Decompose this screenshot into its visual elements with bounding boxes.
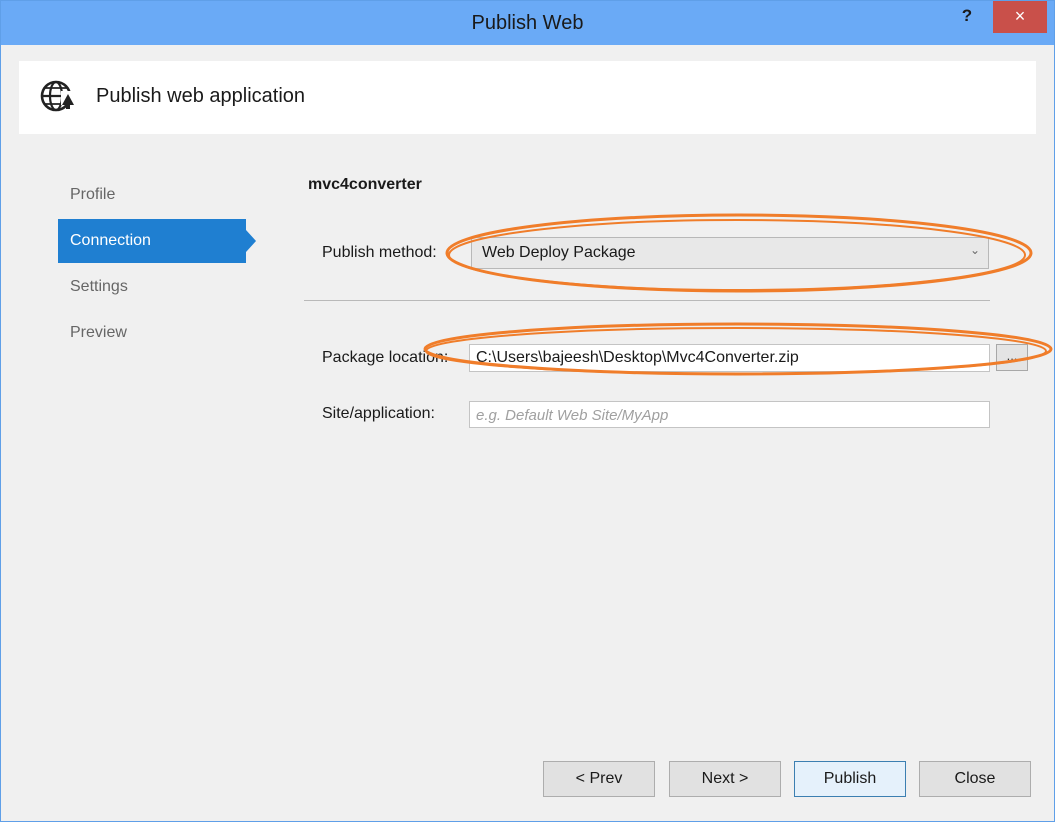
publish-method-select[interactable]: Web Deploy Package ⌄	[471, 237, 989, 269]
site-application-input[interactable]: e.g. Default Web Site/MyApp	[469, 401, 990, 428]
help-button[interactable]: ?	[951, 3, 983, 33]
close-window-button[interactable]: ×	[993, 1, 1047, 33]
package-location-value: C:\Users\bajeesh\Desktop\Mvc4Converter.z…	[476, 349, 799, 366]
publish-method-label: Publish method:	[322, 244, 437, 261]
package-location-input[interactable]: C:\Users\bajeesh\Desktop\Mvc4Converter.z…	[469, 344, 990, 372]
site-application-label: Site/application:	[322, 405, 435, 422]
wizard-nav: Profile Connection Settings Preview	[58, 173, 258, 357]
site-application-placeholder: e.g. Default Web Site/MyApp	[476, 407, 669, 424]
next-button[interactable]: Next >	[669, 761, 781, 797]
header-title: Publish web application	[96, 85, 306, 107]
window-title: Publish Web	[471, 12, 584, 34]
nav-item-preview[interactable]: Preview	[58, 311, 246, 355]
globe-publish-icon	[40, 80, 75, 112]
profile-name: mvc4converter	[308, 176, 422, 193]
dialog-header: Publish web application	[19, 61, 1036, 134]
prev-button[interactable]: < Prev	[543, 761, 655, 797]
publish-button[interactable]: Publish	[794, 761, 906, 797]
publish-method-value: Web Deploy Package	[482, 244, 636, 261]
package-location-label: Package location:	[322, 349, 449, 366]
title-bar[interactable]: Publish Web ? ×	[1, 1, 1054, 45]
browse-button[interactable]: ...	[996, 344, 1028, 371]
chevron-down-icon: ⌄	[969, 243, 980, 257]
close-button[interactable]: Close	[919, 761, 1031, 797]
publish-web-dialog: Publish Web ? × Publish web application …	[0, 0, 1055, 822]
nav-item-profile[interactable]: Profile	[58, 173, 246, 217]
nav-item-settings[interactable]: Settings	[58, 265, 246, 309]
section-divider	[304, 300, 990, 301]
nav-item-connection[interactable]: Connection	[58, 219, 256, 263]
